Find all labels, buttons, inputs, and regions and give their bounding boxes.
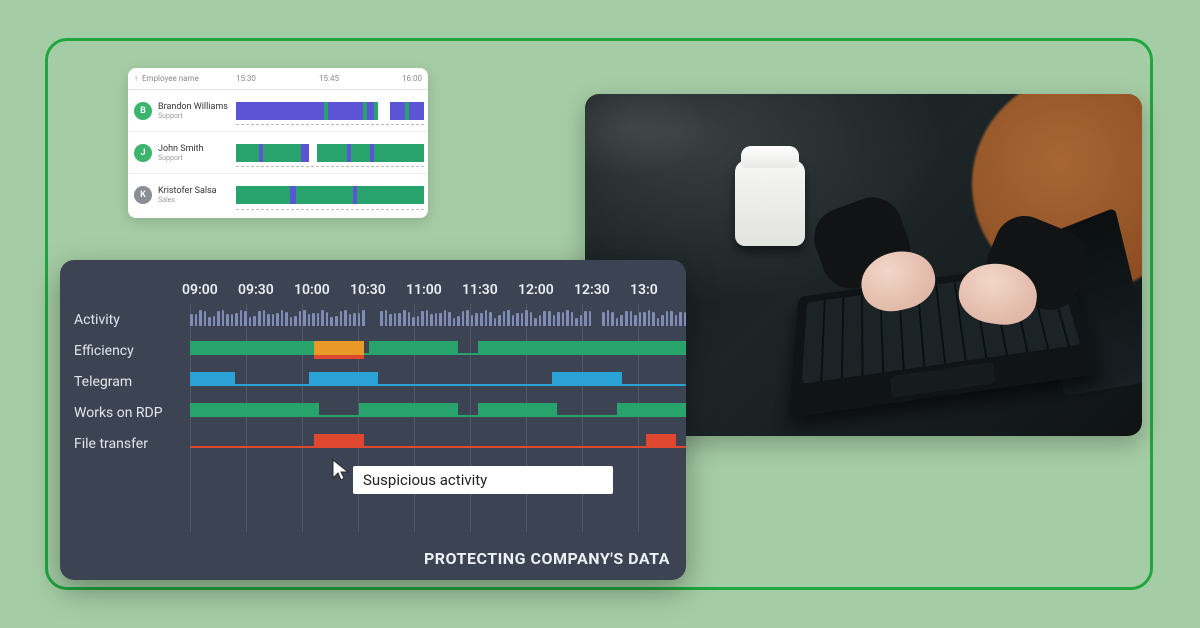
lane-label: Efficiency: [60, 343, 190, 359]
lane-label: Activity: [60, 312, 190, 328]
employee-role: Support: [158, 112, 228, 120]
avatar: B: [134, 102, 152, 120]
avatar: K: [134, 186, 152, 204]
sort-header[interactable]: ↑ Employee name: [128, 74, 236, 83]
time-tick: 10:00: [294, 282, 350, 298]
employee-row[interactable]: K Kristofer Salsa Sales: [128, 174, 428, 216]
lane-rdp: Works on RDP: [60, 397, 686, 428]
avatar: J: [134, 144, 152, 162]
mini-time-tick: 16:00: [402, 74, 422, 83]
time-tick: 12:30: [574, 282, 630, 298]
lane-telegram: Telegram: [60, 366, 686, 397]
mini-time-axis: 15:30 15:45 16:00: [236, 74, 428, 83]
tooltip: Suspicious activity: [353, 466, 613, 494]
coffee-cup-icon: [735, 160, 805, 246]
lane-activity: Activity: [60, 304, 686, 335]
tooltip-text: Suspicious activity: [363, 471, 487, 489]
employee-row[interactable]: J John Smith Support: [128, 132, 428, 174]
employee-role: Support: [158, 154, 204, 162]
time-tick: 13:0: [630, 282, 686, 298]
employee-name-header: Employee name: [142, 74, 199, 83]
employee-activity-bar: [236, 174, 428, 216]
employee-activity-bar: [236, 90, 428, 131]
mini-time-tick: 15:45: [319, 74, 339, 83]
lane-label: File transfer: [60, 436, 190, 452]
mini-time-tick: 15:30: [236, 74, 256, 83]
employee-name: John Smith: [158, 144, 204, 154]
cursor-icon: [330, 458, 354, 482]
time-tick: 09:00: [182, 282, 238, 298]
employee-role: Sales: [158, 196, 217, 204]
lane-file-transfer: File transfer: [60, 428, 686, 459]
employee-activity-bar: [236, 132, 428, 173]
employee-row[interactable]: B Brandon Williams Support: [128, 90, 428, 132]
time-tick: 11:00: [406, 282, 462, 298]
employee-timeline-card: ↑ Employee name 15:30 15:45 16:00 B Bran…: [128, 68, 428, 218]
employee-name: Kristofer Salsa: [158, 186, 217, 196]
dark-time-axis: 09:00 09:30 10:00 10:30 11:00 11:30 12:0…: [182, 282, 686, 298]
activity-detail-card: 09:00 09:30 10:00 10:30 11:00 11:30 12:0…: [60, 260, 686, 580]
time-tick: 09:30: [238, 282, 294, 298]
card-footer-label: PROTECTING COMPANY'S DATA: [424, 549, 670, 568]
time-tick: 10:30: [350, 282, 406, 298]
lane-label: Telegram: [60, 374, 190, 390]
sort-asc-icon: ↑: [134, 74, 138, 83]
lane-efficiency: Efficiency: [60, 335, 686, 366]
employee-name: Brandon Williams: [158, 102, 228, 112]
time-tick: 11:30: [462, 282, 518, 298]
lane-label: Works on RDP: [60, 405, 190, 421]
time-tick: 12:00: [518, 282, 574, 298]
